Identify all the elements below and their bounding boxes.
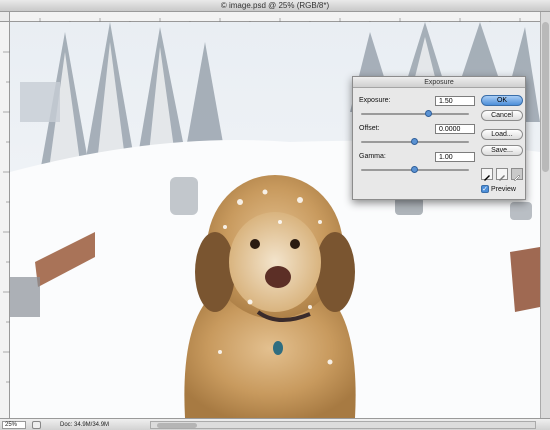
gamma-slider[interactable] [361,166,469,173]
gamma-label: Gamma: [359,153,386,160]
load-button[interactable]: Load... [481,129,523,140]
preview-option[interactable]: ✓ Preview [481,185,516,193]
status-menu-icon[interactable] [32,421,41,429]
vertical-ruler[interactable] [0,22,10,418]
offset-slider[interactable] [361,138,469,145]
offset-input[interactable]: 0.0000 [435,124,475,134]
exposure-slider-thumb[interactable] [425,110,433,117]
preview-checkbox[interactable]: ✓ [481,185,489,193]
gamma-slider-thumb[interactable] [411,166,418,173]
window-title: © image.psd @ 25% (RGB/8*) [220,1,330,10]
white-point-eyedropper-icon[interactable] [511,168,523,182]
black-point-eyedropper-icon[interactable] [481,168,493,181]
zoom-level-field[interactable]: 25% [2,421,26,429]
title-bar[interactable]: © image.psd @ 25% (RGB/8*) [0,0,550,12]
cancel-button[interactable]: Cancel [481,110,523,121]
vertical-scrollbar[interactable] [540,12,550,418]
gamma-input[interactable]: 1.00 [435,152,475,162]
preview-label: Preview [491,185,516,193]
exposure-slider[interactable] [361,110,469,117]
exposure-dialog: Exposure Exposure: 1.50 Offset: 0.0000 G… [352,76,526,200]
photoshop-document-window: © image.psd @ 25% (RGB/8*) 25% Doc: 34.9… [0,0,550,430]
ruler-origin[interactable] [0,12,10,22]
ruler-ticks-vertical [3,51,10,383]
horizontal-scrollbar[interactable] [150,421,536,429]
dialog-title[interactable]: Exposure [353,77,525,88]
ok-button[interactable]: OK [481,95,523,106]
gray-point-eyedropper-icon[interactable] [496,168,508,181]
exposure-input[interactable]: 1.50 [435,96,475,106]
save-button[interactable]: Save... [481,145,523,156]
offset-label: Offset: [359,125,380,132]
horizontal-ruler[interactable] [10,12,540,25]
horizontal-scroll-thumb[interactable] [157,423,197,428]
status-bar: 25% Doc: 34.9M/34.9M [0,418,550,430]
exposure-label: Exposure: [359,97,391,104]
offset-slider-thumb[interactable] [411,138,418,145]
document-size-info[interactable]: Doc: 34.9M/34.9M [60,421,109,429]
vertical-scroll-thumb[interactable] [542,22,549,172]
